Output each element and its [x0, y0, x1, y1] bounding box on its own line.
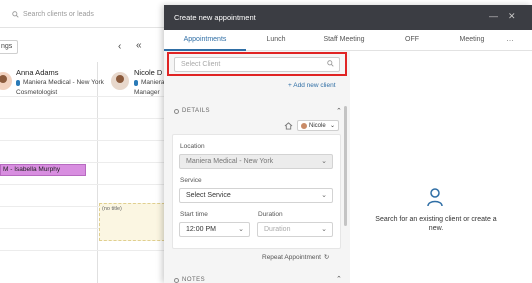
- untitled-event-block[interactable]: (no title): [99, 203, 165, 241]
- avatar: [111, 72, 129, 90]
- client-input-highlight: [167, 52, 347, 76]
- settings-button[interactable]: ngs: [0, 40, 18, 54]
- chevron-down-icon: ⌄: [321, 192, 327, 199]
- chevron-up-icon[interactable]: ⌃: [336, 275, 342, 283]
- home-icon[interactable]: [284, 122, 293, 130]
- row-divider: [0, 118, 164, 119]
- staff-location: Maniera Medical - New York: [16, 79, 104, 86]
- person-icon: [427, 188, 443, 207]
- staff-picker[interactable]: Nicole ⌄: [297, 120, 339, 131]
- location-select[interactable]: Maniera Medical - New York ⌄: [179, 154, 333, 169]
- modal-header: Create new appointment — ✕: [164, 5, 532, 30]
- form-scrollbar[interactable]: [344, 106, 347, 226]
- staff-role: Cosmetologist: [16, 89, 58, 96]
- start-time-select[interactable]: 12:00 PM ⌄: [179, 222, 250, 237]
- tab-off[interactable]: OFF: [382, 36, 442, 43]
- modal-title: Create new appointment: [174, 13, 256, 22]
- row-divider: [0, 96, 164, 97]
- create-appointment-modal: Create new appointment — ✕ Appointments …: [164, 5, 532, 283]
- staff-role: Manager: [134, 89, 160, 96]
- search-icon: [12, 10, 19, 18]
- prev-day-button[interactable]: ‹: [118, 41, 121, 52]
- appointment-type-tabs: Appointments Lunch Staff Meeting OFF Mee…: [164, 30, 532, 51]
- close-icon[interactable]: ✕: [508, 11, 516, 22]
- row-divider: [0, 162, 164, 163]
- chevron-down-icon: ⌄: [321, 158, 327, 165]
- chevron-down-icon: ⌄: [238, 226, 244, 233]
- client-empty-state-pane: Search for an existing client or create …: [350, 51, 532, 283]
- empty-state-message: Search for an existing client or create …: [375, 216, 497, 232]
- chevron-up-icon[interactable]: ⌃: [336, 107, 342, 115]
- row-divider: [0, 184, 164, 185]
- row-divider: [0, 250, 164, 251]
- details-section-header[interactable]: DETAILS: [174, 108, 210, 114]
- row-divider: [0, 140, 164, 141]
- staff-name: Anna Adams: [16, 68, 59, 77]
- appointment-block[interactable]: M - Isabella Murphy: [0, 164, 86, 176]
- add-new-client-link[interactable]: + Add new client: [288, 82, 336, 89]
- appointment-form-pane: Select Client + Add new client DETAILS ⌃…: [164, 51, 350, 283]
- location-pin-icon: [134, 79, 138, 86]
- avatar: [0, 72, 12, 90]
- location-pin-icon: [16, 79, 20, 86]
- tab-meeting[interactable]: Meeting: [442, 36, 502, 43]
- chevron-down-icon: ⌄: [329, 123, 335, 129]
- service-select[interactable]: Select Service ⌄: [179, 188, 333, 203]
- duration-label: Duration: [258, 211, 283, 218]
- details-form-card: Location Maniera Medical - New York ⌄ Ser…: [172, 134, 341, 249]
- avatar: [301, 122, 307, 129]
- minimize-icon[interactable]: —: [489, 11, 498, 21]
- start-time-label: Start time: [180, 211, 208, 218]
- details-icon: [174, 108, 179, 114]
- search-placeholder: Search clients or leads: [23, 10, 94, 18]
- tab-lunch[interactable]: Lunch: [246, 36, 306, 43]
- client-search-bar[interactable]: Search clients or leads: [12, 7, 162, 21]
- chevron-down-icon: ⌄: [321, 226, 327, 233]
- service-label: Service: [180, 177, 202, 184]
- more-tabs-icon[interactable]: …: [506, 34, 514, 43]
- repeat-appointment-button[interactable]: Repeat Appointment ↻: [262, 253, 330, 262]
- repeat-icon: ↻: [323, 254, 330, 261]
- staff-name: Nicole D: [134, 68, 163, 77]
- notes-section-header[interactable]: NOTES: [174, 277, 205, 283]
- tab-appointments[interactable]: Appointments: [164, 36, 246, 43]
- tab-staff-meeting[interactable]: Staff Meeting: [306, 36, 382, 43]
- notes-icon: [174, 277, 179, 283]
- prev-week-button[interactable]: «: [136, 40, 142, 51]
- duration-select[interactable]: Duration ⌄: [257, 222, 333, 237]
- location-label: Location: [180, 143, 205, 150]
